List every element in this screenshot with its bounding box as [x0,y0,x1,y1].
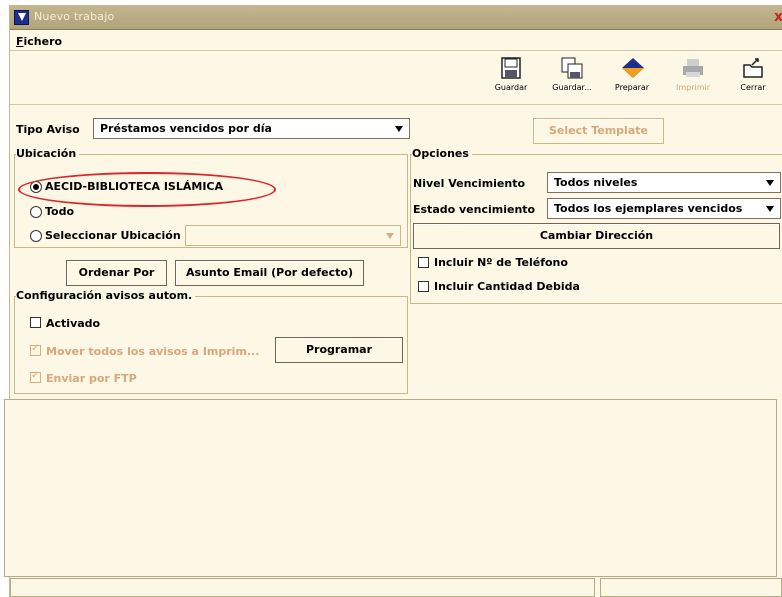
chevron-down-icon [766,206,774,212]
enviar-ftp-label: Enviar por FTP [46,372,137,385]
printer-icon [682,57,704,79]
nivel-vencimiento-select[interactable]: Todos niveles [547,172,781,193]
opciones-title: Opciones [412,147,472,160]
chevron-down-icon [395,126,403,132]
cerrar-label: Cerrar [740,83,766,92]
location-select[interactable] [185,225,401,246]
status-bar-right [600,578,782,597]
guardar-button[interactable]: Guardar [481,55,541,103]
tipo-aviso-label: Tipo Aviso [16,123,80,136]
nivel-vencimiento-label: Nivel Vencimiento [413,177,526,190]
diamond-icon [621,57,644,79]
app-logo-icon [14,10,29,25]
cambiar-direccion-button[interactable]: Cambiar Dirección [413,223,780,249]
title-bar[interactable]: Nuevo trabajo x [10,5,782,30]
chevron-down-icon [766,180,774,186]
floppy-disk-icon [500,57,522,79]
radio-todo-label: Todo [45,205,75,218]
highlight-ellipse [18,172,276,207]
activado-label: Activado [46,317,101,330]
mover-checkbox[interactable] [30,343,41,356]
cerrar-button[interactable]: Cerrar [723,55,782,103]
ubicacion-title: Ubicación [16,147,80,160]
activado-checkbox[interactable] [30,317,41,328]
status-bar-left [10,578,595,597]
guardar-como-label: Guardar... [552,83,592,92]
asunto-email-button[interactable]: Asunto Email (Por defecto) [175,260,364,286]
estado-vencimiento-label: Estado vencimiento [413,203,536,216]
tipo-aviso-select[interactable]: Préstamos vencidos por día [93,118,410,139]
mover-label: Mover todos los avisos a Imprim... [46,345,260,358]
programar-button[interactable]: Programar [275,337,403,363]
enviar-ftp-checkbox[interactable] [30,370,41,383]
incluir-cantidad-checkbox[interactable] [418,281,429,292]
incluir-telefono-checkbox[interactable] [418,257,429,268]
chevron-down-icon [386,233,394,239]
ordenar-por-button[interactable]: Ordenar Por [66,260,167,286]
menu-bar: Fichero [10,31,782,51]
preparar-label: Preparar [614,83,650,92]
toolbar: Guardar Guardar... Preparar Imprimir Cer… [10,50,782,105]
radio-seleccionar[interactable] [30,230,42,242]
window-title: Nuevo trabajo [34,10,115,23]
estado-vencimiento-select[interactable]: Todos los ejemplares vencidos [547,198,781,219]
incluir-cantidad-label: Incluir Cantidad Debida [434,280,580,293]
save-as-icon [561,57,583,79]
incluir-telefono-label: Incluir Nº de Teléfono [434,256,568,269]
close-folder-icon [742,57,764,79]
config-title: Configuración avisos autom. [16,289,196,302]
nivel-vencimiento-value: Todos niveles [554,176,638,189]
results-pane[interactable] [4,399,777,577]
preparar-button[interactable]: Preparar [602,55,662,103]
radio-todo[interactable] [30,206,42,218]
radio-seleccionar-label: Seleccionar Ubicación [45,229,181,242]
close-window-button[interactable]: x [774,9,782,25]
imprimir-label: Imprimir [675,83,711,92]
guardar-label: Guardar [494,83,528,92]
estado-vencimiento-value: Todos los ejemplares vencidos [554,202,743,215]
imprimir-button[interactable]: Imprimir [663,55,723,103]
tipo-aviso-value: Préstamos vencidos por día [100,122,272,135]
select-template-button[interactable]: Select Template [533,118,664,144]
menu-fichero[interactable]: Fichero [16,35,62,48]
guardar-como-button[interactable]: Guardar... [542,55,602,103]
